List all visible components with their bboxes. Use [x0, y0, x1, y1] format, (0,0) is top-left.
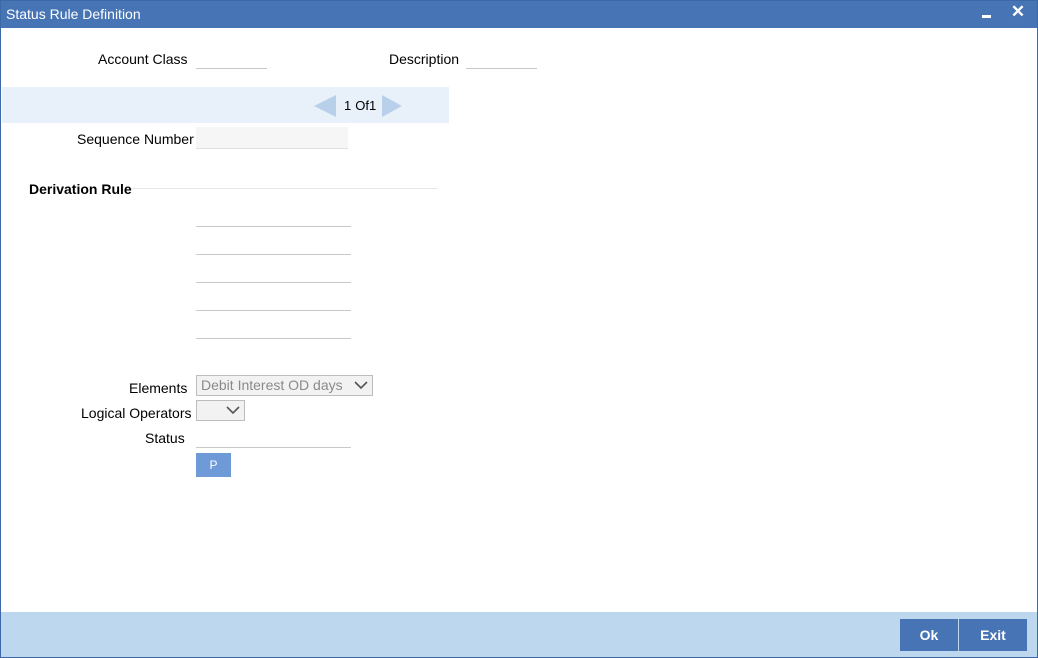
sequence-number-field[interactable]	[196, 127, 348, 149]
previous-record-icon[interactable]	[314, 95, 336, 117]
footer-bar: Ok Exit	[1, 612, 1037, 657]
status-rule-definition-window: Status Rule Definition ✕ Account Class D…	[0, 0, 1038, 658]
pager-total: 1	[368, 98, 377, 113]
rule-line-field[interactable]	[196, 261, 351, 283]
sequence-number-label: Sequence Number	[77, 131, 194, 147]
pager-of-label: Of	[355, 98, 369, 113]
elements-label: Elements	[129, 380, 188, 396]
pager-current: 1	[344, 98, 352, 113]
next-record-icon[interactable]	[382, 95, 402, 117]
status-label: Status	[145, 430, 185, 446]
section-divider	[131, 188, 438, 189]
logical-operators-select[interactable]	[196, 400, 245, 421]
logical-operators-label: Logical Operators	[81, 405, 192, 421]
chevron-down-icon	[354, 381, 368, 390]
ok-button[interactable]: Ok	[900, 619, 958, 651]
rule-line-field[interactable]	[196, 317, 351, 339]
minimize-icon[interactable]	[976, 3, 998, 25]
rule-line-field[interactable]	[196, 289, 351, 311]
close-icon[interactable]: ✕	[1007, 3, 1029, 25]
rule-line-field[interactable]	[196, 233, 351, 255]
elements-selected-value: Debit Interest OD days	[201, 377, 343, 393]
window-title: Status Rule Definition	[6, 6, 141, 22]
description-field[interactable]	[466, 47, 537, 69]
description-label: Description	[389, 51, 460, 67]
status-field[interactable]	[196, 426, 351, 448]
elements-select[interactable]: Debit Interest OD days	[196, 375, 373, 396]
p-button[interactable]: P	[196, 453, 231, 477]
derivation-rule-title: Derivation Rule	[29, 181, 132, 197]
title-bar[interactable]: Status Rule Definition ✕	[1, 1, 1037, 28]
rule-line-field[interactable]	[196, 205, 351, 227]
exit-button[interactable]: Exit	[959, 619, 1027, 651]
account-class-label: Account Class	[98, 51, 188, 67]
pager-text: 1 Of1	[344, 98, 380, 113]
chevron-down-icon	[226, 406, 240, 415]
account-class-field[interactable]	[196, 47, 267, 69]
